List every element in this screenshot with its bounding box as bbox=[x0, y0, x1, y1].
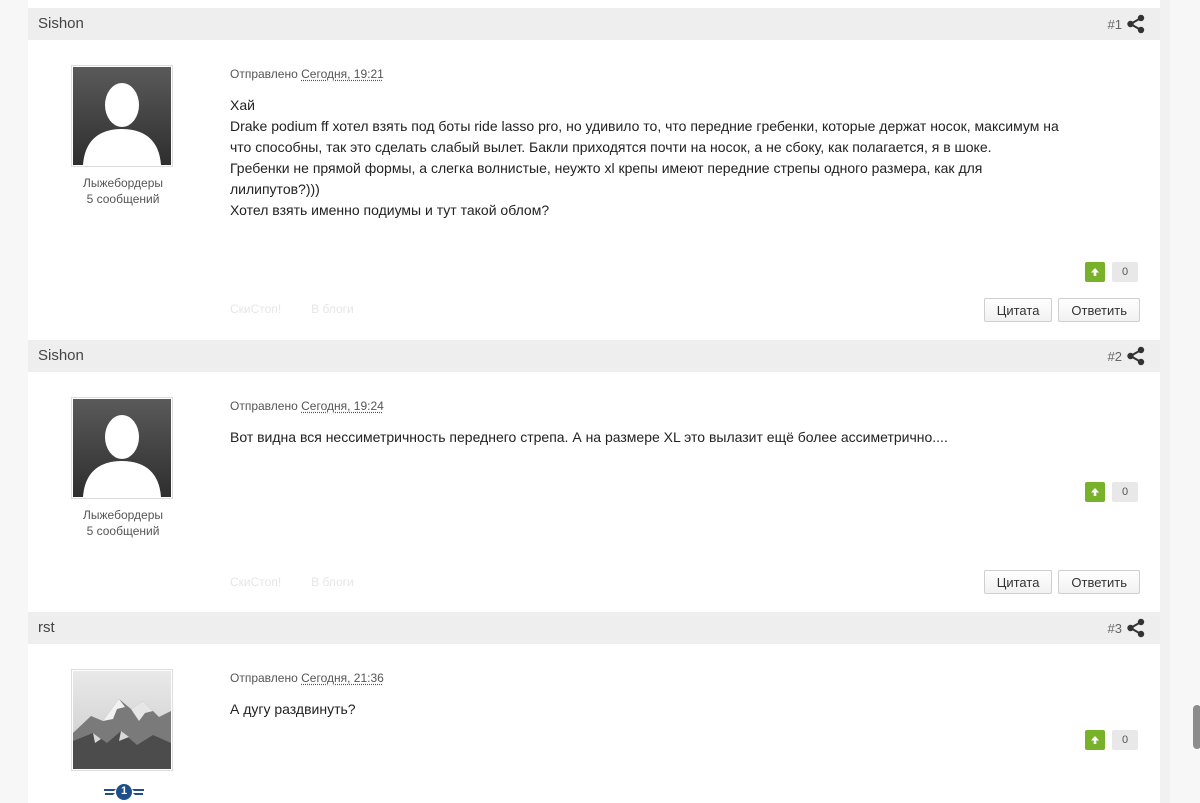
post-number[interactable]: #2 bbox=[1108, 346, 1146, 366]
post-content: А дугу раздвинуть? bbox=[230, 699, 1145, 720]
avatar[interactable] bbox=[71, 65, 173, 167]
quote-button[interactable]: Цитата bbox=[984, 298, 1053, 322]
scrollbar-thumb[interactable] bbox=[1193, 705, 1200, 749]
user-info: Лыжебордеры 5 сообщений bbox=[56, 507, 190, 539]
post-header: rst #3 bbox=[28, 612, 1160, 644]
post-number[interactable]: #1 bbox=[1108, 14, 1146, 34]
share-icon[interactable] bbox=[1126, 618, 1146, 638]
post-content: Хай Drake podium ff хотел взять под боты… bbox=[230, 95, 1145, 221]
vote-box: 0 bbox=[1085, 262, 1138, 282]
vote-up-button[interactable] bbox=[1085, 482, 1105, 502]
user-info: Лыжебордеры 5 сообщений bbox=[56, 175, 190, 207]
post-actions: Цитата Ответить bbox=[984, 298, 1140, 322]
to-blog-link[interactable]: В блоги bbox=[311, 302, 354, 316]
to-blog-link[interactable]: В блоги bbox=[311, 575, 354, 589]
page-gutter bbox=[1160, 0, 1170, 803]
post-line: лилипутов?))) bbox=[230, 179, 1145, 200]
post-line: А дугу раздвинуть? bbox=[230, 699, 1145, 720]
post-number-label[interactable]: #2 bbox=[1108, 349, 1122, 364]
post-line: Вот видна вся нессиметричность переднего… bbox=[230, 427, 1145, 448]
vote-count: 0 bbox=[1112, 482, 1138, 502]
arrow-up-icon bbox=[1090, 267, 1100, 277]
vote-count: 0 bbox=[1112, 262, 1138, 282]
post-2: Sishon #2 Лыжебордеры 5 сообщений Отправ… bbox=[28, 340, 1160, 612]
post-line: что способны, так это сделать слабый выл… bbox=[230, 137, 1145, 158]
post-line: Drake podium ff хотел взять под боты rid… bbox=[230, 116, 1145, 137]
post-date[interactable]: Сегодня, 19:24 bbox=[301, 399, 384, 413]
author-name[interactable]: Sishon bbox=[38, 15, 84, 32]
vote-box: 0 bbox=[1085, 730, 1138, 750]
reply-button[interactable]: Ответить bbox=[1058, 570, 1140, 594]
post-header: Sishon #2 bbox=[28, 340, 1160, 372]
post-meta: Отправлено Сегодня, 19:24 bbox=[230, 399, 384, 413]
post-1: Sishon #1 Лыжебордеры 5 сообщений Отправ… bbox=[28, 8, 1160, 340]
post-header: Sishon #1 bbox=[28, 8, 1160, 40]
default-avatar-icon bbox=[73, 67, 171, 165]
author-name[interactable]: rst bbox=[38, 619, 55, 636]
post-line: Гребенки не прямой формы, а слегка волни… bbox=[230, 158, 1145, 179]
arrow-up-icon bbox=[1090, 487, 1100, 497]
user-post-count: 5 сообщений bbox=[56, 523, 190, 539]
post-date[interactable]: Сегодня, 21:36 bbox=[301, 671, 384, 685]
post-number-label[interactable]: #3 bbox=[1108, 621, 1122, 636]
post-number-label[interactable]: #1 bbox=[1108, 17, 1122, 32]
post-line: Хай bbox=[230, 95, 1145, 116]
skistop-link[interactable]: СкиСтоп! bbox=[230, 302, 281, 316]
post-meta: Отправлено Сегодня, 19:21 bbox=[230, 67, 384, 81]
post-content: Вот видна вся нессиметричность переднего… bbox=[230, 427, 1145, 448]
post-meta: Отправлено Сегодня, 21:36 bbox=[230, 671, 384, 685]
skistop-link[interactable]: СкиСтоп! bbox=[230, 575, 281, 589]
post-number[interactable]: #3 bbox=[1108, 618, 1146, 638]
reply-button[interactable]: Ответить bbox=[1058, 298, 1140, 322]
avatar[interactable] bbox=[71, 397, 173, 499]
vote-count: 0 bbox=[1112, 730, 1138, 750]
share-icon[interactable] bbox=[1126, 346, 1146, 366]
user-group[interactable]: Лыжебордеры bbox=[56, 175, 190, 191]
post-links: СкиСтоп! В блоги bbox=[230, 575, 354, 589]
mountain-avatar bbox=[73, 671, 171, 769]
post-links: СкиСтоп! В блоги bbox=[230, 302, 354, 316]
user-post-count: 5 сообщений bbox=[56, 191, 190, 207]
author-name[interactable]: Sishon bbox=[38, 347, 84, 364]
arrow-up-icon bbox=[1090, 735, 1100, 745]
vote-up-button[interactable] bbox=[1085, 262, 1105, 282]
vote-box: 0 bbox=[1085, 482, 1138, 502]
post-line: Хотел взять именно подиумы и тут такой о… bbox=[230, 200, 1145, 221]
posted-label: Отправлено bbox=[230, 399, 298, 413]
post-actions: Цитата Ответить bbox=[984, 570, 1140, 594]
rank-number: 1 bbox=[120, 785, 128, 797]
avatar[interactable] bbox=[71, 669, 173, 771]
post-date[interactable]: Сегодня, 19:21 bbox=[301, 67, 384, 81]
topic-page: Sishon #1 Лыжебордеры 5 сообщений Отправ… bbox=[28, 0, 1160, 803]
quote-button[interactable]: Цитата bbox=[984, 570, 1053, 594]
vote-up-button[interactable] bbox=[1085, 730, 1105, 750]
default-avatar-icon bbox=[73, 399, 171, 497]
post-3: rst #3 1 Отправлено Сегодня, 21:36 А дуг… bbox=[28, 612, 1160, 803]
posted-label: Отправлено bbox=[230, 671, 298, 685]
share-icon[interactable] bbox=[1126, 14, 1146, 34]
user-group[interactable]: Лыжебордеры bbox=[56, 507, 190, 523]
posted-label: Отправлено bbox=[230, 67, 298, 81]
